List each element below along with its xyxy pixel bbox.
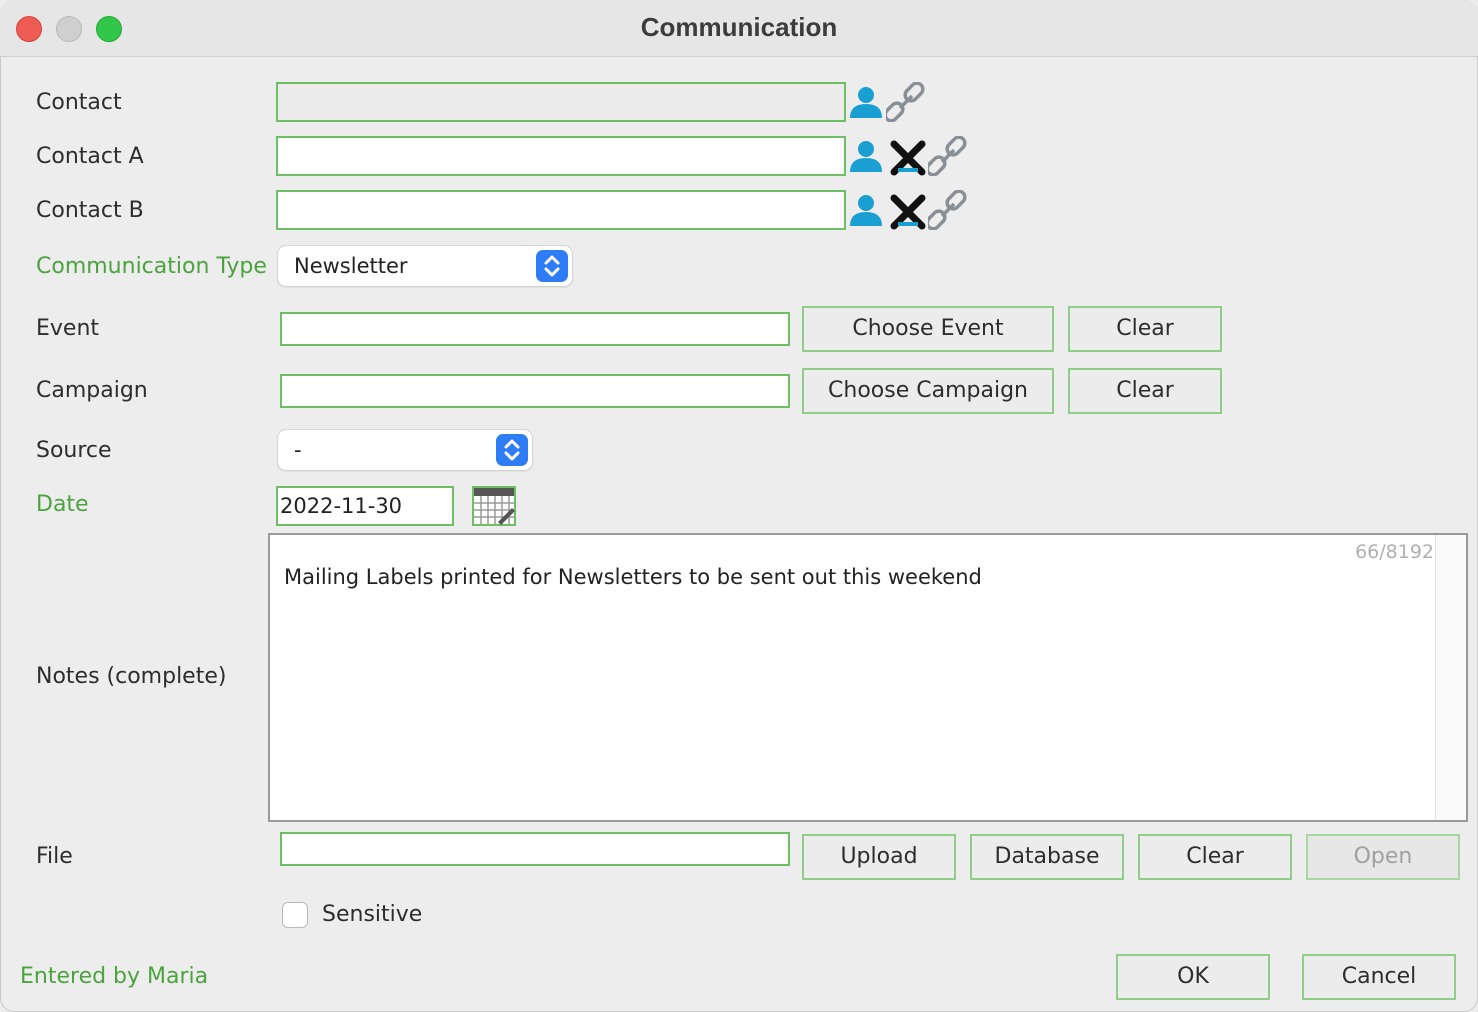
event-field[interactable] [280, 312, 790, 346]
notes-text: Mailing Labels printed for Newsletters t… [284, 565, 982, 589]
person-icon[interactable] [848, 192, 884, 228]
notes-label: Notes (complete) [36, 664, 227, 689]
contact-field[interactable] [276, 82, 846, 122]
title-bar: Communication [0, 0, 1478, 57]
chevron-updown-icon [536, 250, 568, 282]
link-icon[interactable] [928, 190, 970, 230]
contact-b-field[interactable] [276, 190, 846, 230]
date-field[interactable]: 2022-11-30 [276, 486, 454, 526]
clear-event-button[interactable]: Clear [1068, 306, 1222, 352]
source-value: - [294, 438, 302, 462]
communication-type-select[interactable]: Newsletter [278, 246, 572, 286]
calendar-icon[interactable] [472, 486, 516, 526]
contact-a-label: Contact A [36, 144, 144, 169]
entered-by-text: Entered by Maria [20, 964, 209, 989]
source-label: Source [36, 438, 112, 463]
campaign-field[interactable] [280, 374, 790, 408]
communication-type-label: Communication Type [36, 254, 267, 279]
clear-campaign-button[interactable]: Clear [1068, 368, 1222, 414]
file-field[interactable] [280, 832, 790, 866]
person-icon[interactable] [848, 84, 884, 120]
sensitive-label: Sensitive [322, 902, 423, 927]
choose-campaign-button[interactable]: Choose Campaign [802, 368, 1054, 414]
link-icon[interactable] [928, 136, 970, 176]
file-label: File [36, 844, 73, 869]
notes-scrollbar[interactable] [1435, 535, 1466, 820]
cancel-button[interactable]: Cancel [1302, 954, 1456, 1000]
ok-button[interactable]: OK [1116, 954, 1270, 1000]
upload-button[interactable]: Upload [802, 834, 956, 880]
contact-a-field[interactable] [276, 136, 846, 176]
person-icon[interactable] [848, 138, 884, 174]
choose-event-button[interactable]: Choose Event [802, 306, 1054, 352]
database-button[interactable]: Database [970, 834, 1124, 880]
communication-type-value: Newsletter [294, 254, 408, 278]
contact-b-label: Contact B [36, 198, 144, 223]
communication-dialog: Communication Contact Contact A Contact … [0, 0, 1478, 1012]
window-title: Communication [640, 12, 838, 42]
notes-textarea[interactable]: 66/8192 Mailing Labels printed for Newsl… [268, 533, 1468, 822]
remove-x-icon[interactable] [890, 140, 926, 176]
campaign-label: Campaign [36, 378, 148, 403]
contact-label: Contact [36, 90, 122, 115]
sensitive-checkbox[interactable] [282, 902, 308, 928]
event-label: Event [36, 316, 100, 341]
clear-file-button[interactable]: Clear [1138, 834, 1292, 880]
remove-x-icon[interactable] [890, 194, 926, 230]
source-select[interactable]: - [278, 430, 532, 470]
chevron-updown-icon [496, 434, 528, 466]
date-label: Date [36, 492, 89, 517]
open-file-button: Open [1306, 834, 1460, 880]
link-icon[interactable] [886, 82, 928, 122]
notes-character-counter: 66/8192 [1355, 541, 1434, 563]
